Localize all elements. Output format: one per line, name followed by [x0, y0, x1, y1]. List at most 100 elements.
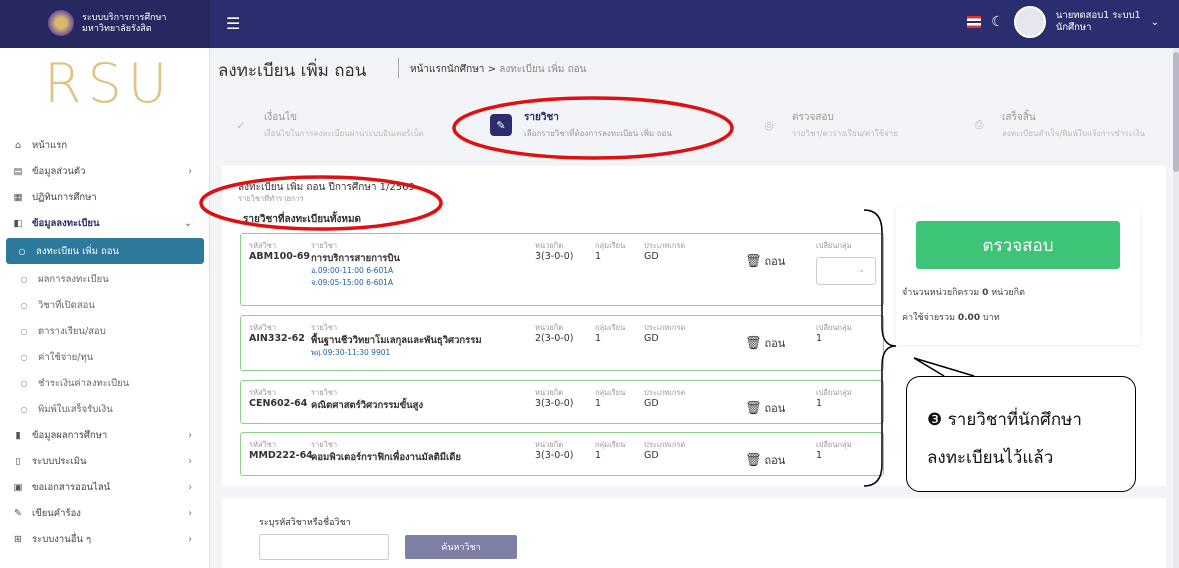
brand-line-2: มหาวิทยาลัยรังสิต: [82, 24, 152, 34]
sidebar-item-label: ค่าใช้จ่าย/ทุน: [38, 351, 94, 363]
sidebar-item-payment[interactable]: ○ ชำระเงินค่าลงทะเบียน: [0, 370, 210, 396]
sidebar-item-label: วิชาที่เปิดสอน: [38, 299, 95, 311]
avatar[interactable]: [1013, 6, 1046, 38]
chevron-right-icon: ›: [188, 455, 192, 467]
course-change-group: 1: [816, 333, 823, 344]
drop-button[interactable]: 🗑 ถอน: [745, 399, 785, 417]
sidebar-item-label: ปฏิทินการศึกษา: [32, 191, 97, 203]
step-desc: เลือกรายวิชาที่ต้องการลงทะเบียน เพิ่ม ถอ…: [524, 129, 672, 138]
course-code: MMD222-64: [249, 450, 313, 461]
dark-mode-icon[interactable]: ☾: [991, 14, 1004, 30]
sidebar-item-label: เขียนคำร้อง: [32, 507, 81, 519]
course-grade-type: GD: [644, 398, 659, 409]
sidebar-nav: ⌂ หน้าแรก ▤ ข้อมูลส่วนตัว › ▦ ปฏิทินการศึกษา…: [0, 132, 210, 552]
drop-button[interactable]: 🗑 ถอน: [745, 252, 785, 270]
chevron-right-icon: ›: [188, 533, 192, 545]
breadcrumb-home-link[interactable]: หน้าแรกนักศึกษา: [410, 64, 484, 75]
course-time-link[interactable]: อ.09:00-11:00 6-601A: [311, 265, 393, 277]
change-group-select[interactable]: ⌄: [816, 257, 876, 285]
step-desc: รายวิชา/ตารางเรียน/ค่าใช้จ่าย: [792, 129, 898, 138]
sidebar-item-expenses[interactable]: ○ ค่าใช้จ่าย/ทุน: [0, 344, 210, 370]
course-grade-type: GD: [644, 450, 659, 461]
chevron-right-icon: ›: [188, 429, 192, 441]
brand-line-1: ระบบบริการการศึกษา: [82, 13, 167, 23]
sidebar-item-evaluation[interactable]: ▯ ระบบประเมิน ›: [0, 448, 210, 474]
chevron-right-icon: ›: [188, 481, 192, 493]
step-review: ◎ ตรวจสอบ รายวิชา/ตารางเรียน/ค่าใช้จ่าย: [758, 110, 898, 140]
grid-icon: ⊞: [14, 533, 22, 545]
check-icon: ✓: [236, 118, 246, 132]
sidebar-item-petition[interactable]: ✎ เขียนคำร้อง ›: [0, 500, 210, 526]
circle-icon: ○: [20, 326, 28, 336]
drop-button[interactable]: 🗑 ถอน: [745, 334, 785, 352]
drop-label: ถอน: [764, 337, 786, 350]
registered-list-title: รายวิชาที่ลงทะเบียนทั้งหมด: [243, 214, 362, 225]
sidebar-item-other-systems[interactable]: ⊞ ระบบงานอื่น ๆ ›: [0, 526, 210, 552]
user-info[interactable]: นายทดสอบ1 ระบบ1 นักศึกษา: [1056, 10, 1141, 34]
search-course-button[interactable]: ค้นหาวิชา: [405, 535, 517, 559]
drop-label: ถอน: [764, 454, 786, 467]
trash-icon: 🗑: [745, 253, 762, 269]
hamburger-menu-icon[interactable]: ☰: [226, 14, 240, 33]
sidebar-item-label: ผลการลงทะเบียน: [38, 273, 109, 285]
home-icon: ⌂: [14, 139, 22, 151]
drop-button[interactable]: 🗑 ถอน: [745, 451, 785, 469]
course-row: รหัสวิชา รายวิชา หน่วยกิต กลุ่มเรียน ประ…: [240, 432, 884, 476]
user-area: ☾ นายทดสอบ1 ระบบ1 นักศึกษา ⌄: [967, 6, 1159, 38]
sidebar-item-courses-offered[interactable]: ○ วิชาที่เปิดสอน: [0, 292, 210, 318]
sidebar-item-add-drop[interactable]: ○ ลงทะเบียน เพิ่ม ถอน: [6, 238, 204, 264]
course-row: รหัสวิชา รายวิชา หน่วยกิต กลุ่มเรียน ประ…: [240, 233, 884, 306]
course-name: พื้นฐานชีววิทยาโมเลกุลและพันธุวิศวกรรม: [311, 335, 482, 346]
sidebar-item-timetable[interactable]: ○ ตารางเรียน/สอบ: [0, 318, 210, 344]
drop-label: ถอน: [764, 402, 786, 415]
chevron-down-icon: ⌄: [858, 265, 865, 274]
course-code: AIN332-62: [249, 333, 305, 344]
step-desc: ลงทะเบียนสำเร็จ/พิมพ์ใบแจ้งการชำระเงิน: [1002, 129, 1145, 138]
breadcrumb-separator: >: [487, 64, 496, 75]
sidebar-item-label: ระบบประเมิน: [32, 455, 87, 467]
course-search-input[interactable]: [259, 534, 389, 560]
course-credit: 3(3-0-0): [535, 398, 574, 409]
sidebar-item-calendar[interactable]: ▦ ปฏิทินการศึกษา: [0, 184, 210, 210]
course-group: 1: [595, 398, 602, 409]
id-card-icon: ▤: [13, 165, 23, 177]
brand[interactable]: ระบบบริการการศึกษา มหาวิทยาลัยรังสิต: [0, 0, 210, 48]
sidebar-item-home[interactable]: ⌂ หน้าแรก: [0, 132, 210, 158]
credit-value: 0: [982, 288, 989, 298]
sidebar-item-registration-result[interactable]: ○ ผลการลงทะเบียน: [0, 266, 210, 292]
chevron-down-icon[interactable]: ⌄: [1151, 17, 1159, 28]
credit-prefix: จำนวนหน่วยกิตรวม: [902, 288, 980, 298]
step-finish: ⎙ เสร็จสิ้น ลงทะเบียนสำเร็จ/พิมพ์ใบแจ้งกา…: [968, 110, 1145, 140]
course-group: 1: [595, 333, 602, 344]
sidebar-item-label: ข้อมูลส่วนตัว: [32, 165, 86, 177]
total-credits: จำนวนหน่วยกิตรวม 0 หน่วยกิต: [902, 285, 1025, 299]
page-title: ลงทะเบียน เพิ่ม ถอน: [218, 61, 367, 81]
sidebar-item-receipt[interactable]: ○ พิมพ์ใบเสร็จรับเงิน: [0, 396, 210, 422]
course-code: CEN602-64: [249, 398, 308, 409]
calendar-icon: ▦: [13, 191, 23, 203]
credit-suffix: หน่วยกิต: [991, 288, 1025, 298]
course-group: 1: [595, 251, 602, 262]
sidebar-item-profile[interactable]: ▤ ข้อมูลส่วนตัว ›: [0, 158, 210, 184]
circle-icon: ○: [18, 246, 26, 256]
sidebar-item-grades[interactable]: ▮ ข้อมูลผลการศึกษา ›: [0, 422, 210, 448]
sidebar-item-label: ลงทะเบียน เพิ่ม ถอน: [36, 245, 119, 257]
total-cost: ค่าใช้จ่ายรวม 0.00 บาท: [902, 310, 1000, 324]
scrollbar[interactable]: [1173, 48, 1179, 568]
language-flag-icon[interactable]: [967, 16, 982, 28]
callout-line-2: ลงทะเบียนไว้แล้ว: [927, 448, 1054, 468]
course-time-link[interactable]: พฤ.09:30-11:30 9901: [311, 347, 390, 359]
sidebar-item-documents[interactable]: ▣ ขอเอกสารออนไลน์ ›: [0, 474, 210, 500]
title-divider: [398, 58, 399, 78]
sidebar-item-label: ข้อมูลลงทะเบียน: [32, 217, 100, 229]
course-code: ABM100-69: [249, 251, 311, 262]
drop-label: ถอน: [764, 255, 786, 268]
course-time-link[interactable]: จ.09:05-15:00 6-601A: [311, 277, 393, 289]
sidebar-item-registration[interactable]: ◧ ข้อมูลลงทะเบียน ⌄: [0, 210, 210, 236]
document-icon: ▣: [13, 481, 23, 493]
clipboard-icon: ▯: [15, 455, 21, 467]
course-group: 1: [595, 450, 602, 461]
scrollbar-thumb[interactable]: [1173, 52, 1179, 172]
check-button[interactable]: ตรวจสอบ: [916, 221, 1120, 269]
user-name: นายทดสอบ1 ระบบ1: [1055, 10, 1141, 21]
